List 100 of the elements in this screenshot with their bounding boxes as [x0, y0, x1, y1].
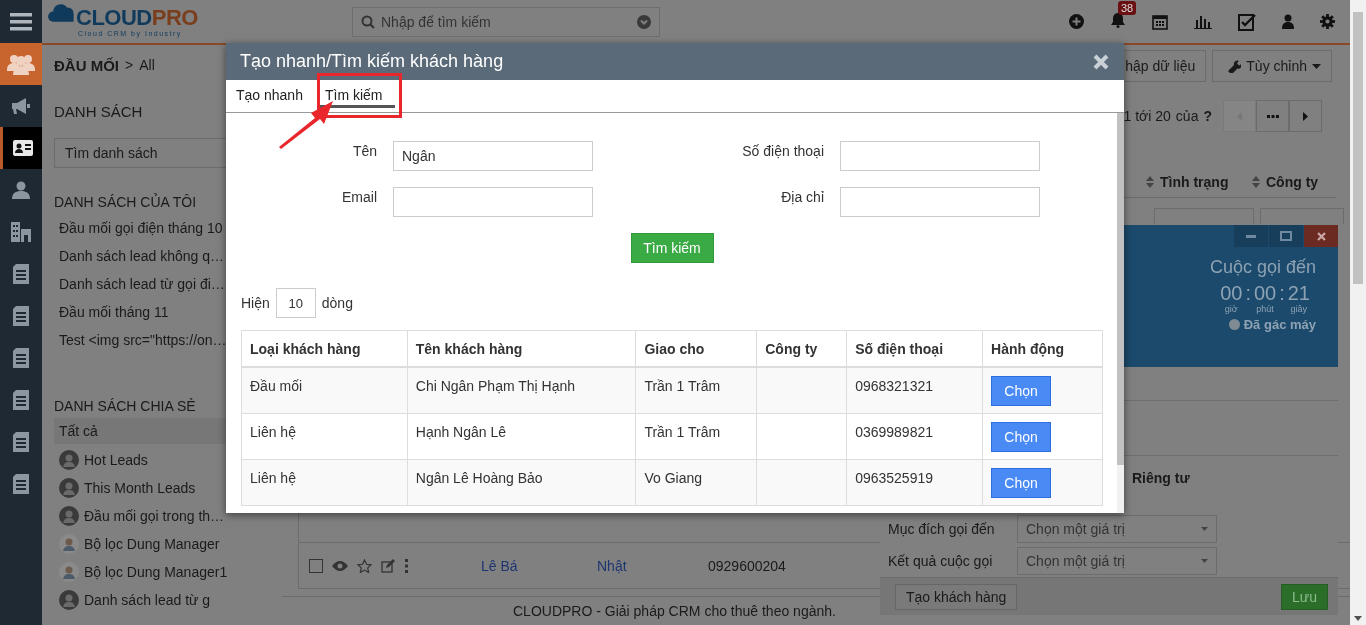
page-range: 1 tới 20 [1123, 108, 1171, 124]
eye-icon[interactable] [332, 560, 348, 571]
save-button[interactable]: Lưu [1281, 583, 1328, 610]
input-field[interactable] [840, 141, 1040, 171]
close-button[interactable] [1304, 225, 1338, 247]
assignee-link[interactable]: Nhật [597, 557, 627, 574]
bar-chart-icon[interactable] [1194, 14, 1212, 29]
field-label: Email [341, 188, 377, 207]
list-item[interactable]: Đầu mối gọi trong th… [54, 502, 282, 530]
input-field[interactable] [840, 187, 1040, 217]
select-field[interactable]: Chọn một giá trị [1017, 547, 1217, 575]
calendar-icon[interactable] [1152, 13, 1168, 30]
more-vertical-icon[interactable] [405, 558, 408, 573]
field-label: Kết quả cuộc gọi [888, 553, 994, 569]
field-label: Tên [351, 142, 377, 161]
wrench-icon [1227, 59, 1242, 73]
person-icon [12, 181, 30, 199]
avatar-icon [59, 450, 79, 470]
timer-separator: : [1245, 282, 1251, 304]
avatar-icon [59, 506, 79, 526]
phone-cell: 0929600204 [708, 557, 786, 574]
timer-value: 00 [1220, 282, 1243, 304]
document-icon [13, 264, 29, 284]
search-field[interactable]: Nhập để tìm kiếm [352, 6, 660, 37]
breadcrumb-separator: > [125, 57, 134, 73]
list-item[interactable]: Danh sách lead từ g [54, 586, 282, 614]
section-title: DANH SÁCH CHIA SẺ [54, 398, 197, 414]
building-icon [11, 222, 31, 242]
field-label: Mục đích gọi đến [888, 521, 996, 537]
page-size-field[interactable]: 10 [275, 288, 316, 318]
create-customer-button[interactable]: Tạo khách hàng [895, 583, 1018, 610]
more-pages-button[interactable] [1256, 100, 1289, 132]
avatar-icon [59, 590, 79, 610]
input-field[interactable]: Ngân [393, 141, 593, 171]
select-button[interactable]: Chọn [991, 467, 1052, 498]
scrollbar-thumb[interactable] [1117, 113, 1124, 465]
menu-icon[interactable] [10, 12, 32, 31]
module-title: ĐẦU MỐI [54, 56, 119, 74]
avatar-icon [59, 534, 79, 554]
chevron-right-icon [1303, 111, 1308, 121]
star-icon[interactable] [357, 558, 372, 573]
filter-field[interactable] [1154, 208, 1254, 224]
scroll-down-icon[interactable] [1354, 616, 1362, 621]
toolbar-button[interactable]: Tùy chỉnh [1212, 50, 1332, 82]
timer-separator: : [1279, 282, 1285, 304]
chevron-down-icon [637, 14, 651, 29]
list-item[interactable]: Danh sách lead không q… [54, 242, 224, 270]
list-item[interactable]: Bộ lọc Dung Manager1 [54, 558, 282, 586]
column-header[interactable]: Tình trạng [1160, 174, 1229, 190]
nav-item[interactable] [0, 127, 42, 169]
field-label: Địa chỉ [780, 188, 824, 207]
list-item[interactable]: Đầu mối gọi điện tháng 10 [54, 214, 223, 242]
field-label: Số điện thoại [741, 142, 824, 161]
table-cell: 0369989821 [846, 413, 983, 459]
list-item[interactable]: Test <img src="https://on… [54, 326, 227, 354]
table-cell: 0963525919 [846, 459, 983, 505]
section-title: DANH SÁCH CỦA TÔI [54, 194, 198, 210]
timer-unit: giây [1290, 304, 1308, 314]
call-title: Cuộc gọi đến [1209, 257, 1316, 278]
settings-icon[interactable] [1320, 14, 1335, 29]
sort-icon[interactable] [1252, 176, 1260, 188]
select-button[interactable]: Chọn [991, 421, 1052, 452]
filter-field[interactable] [1260, 208, 1344, 224]
footer-text: CLOUDPRO - Giải pháp CRM cho thuê theo ngành. [513, 603, 836, 619]
document-icon [13, 306, 29, 326]
breadcrumb-current[interactable]: All [139, 57, 155, 73]
checkbox-icon[interactable] [1238, 12, 1256, 31]
user-icon[interactable] [1282, 14, 1294, 29]
list-item[interactable]: Danh sách lead từ gọi đi… [54, 270, 225, 298]
list-item[interactable]: Bộ lọc Dung Manager [54, 530, 282, 558]
avatar-icon [59, 478, 79, 498]
table-cell: 0968321321 [846, 367, 983, 413]
document-icon [13, 390, 29, 410]
close-icon[interactable] [1093, 53, 1109, 70]
select-button[interactable]: Chọn [991, 376, 1052, 406]
more-icon [1266, 114, 1279, 118]
list-item[interactable]: Đầu mối tháng 11 [54, 298, 169, 326]
next-page-button[interactable] [1289, 100, 1322, 132]
caret-icon [1201, 527, 1208, 531]
search-button[interactable]: Tìm kiếm [630, 233, 714, 263]
sort-icon[interactable] [1146, 176, 1154, 188]
name-link[interactable]: Lê Bá [481, 557, 518, 574]
avatar-icon [59, 562, 79, 582]
tab[interactable]: Tạo nhanh [230, 80, 315, 108]
edit-icon[interactable] [381, 558, 396, 573]
search-icon [361, 14, 375, 29]
scrollbar-thumb[interactable] [1353, 12, 1363, 284]
section-title: DANH SÁCH [54, 103, 144, 120]
column-header[interactable]: Công ty [1266, 174, 1319, 190]
modal-title: Tạo nhanh/Tìm kiếm khách hàng [240, 51, 504, 72]
maximize-button[interactable] [1269, 225, 1303, 247]
timer-value: 21 [1287, 282, 1310, 304]
row-checkbox[interactable] [309, 558, 323, 573]
add-icon[interactable] [1069, 14, 1084, 29]
select-field[interactable]: Chọn một giá trị [1017, 515, 1217, 543]
bell-icon[interactable] [1110, 12, 1126, 28]
call-status: Đã gác máy [1243, 317, 1316, 332]
minimize-button[interactable] [1234, 225, 1268, 247]
page-total: ? [1203, 108, 1212, 124]
input-field[interactable] [393, 187, 593, 217]
